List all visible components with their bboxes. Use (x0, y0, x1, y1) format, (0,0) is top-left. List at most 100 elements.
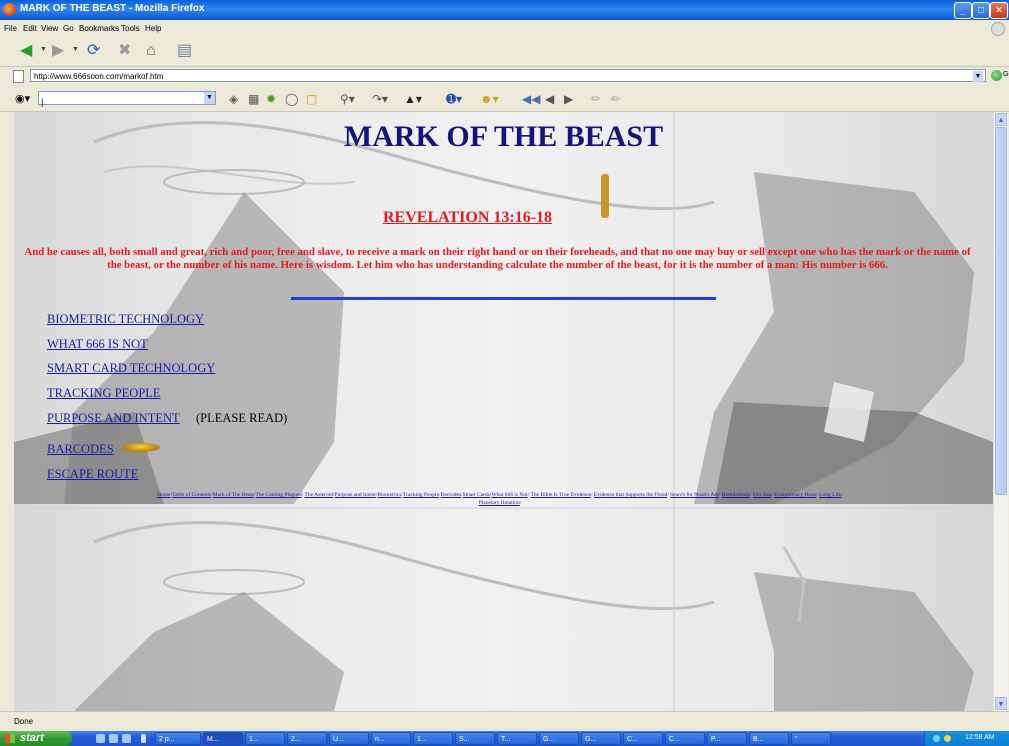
footer-link[interactable]: Our Sun (753, 492, 772, 498)
taskbar-button[interactable]: S... (455, 732, 495, 745)
menu-file[interactable]: File (4, 24, 17, 33)
network-icon[interactable] (933, 735, 940, 742)
link-tracking-people[interactable]: TRACKING PEOPLE (47, 386, 161, 401)
footer-link[interactable]: The Coming Plagues (256, 492, 302, 498)
menu-help[interactable]: Help (145, 24, 161, 33)
reload-icon[interactable]: ⟳ (87, 43, 100, 59)
menu-tools[interactable]: Tools (121, 24, 140, 33)
info-icon[interactable]: ➊▾ (446, 92, 462, 106)
quicklaunch-icon[interactable] (96, 734, 105, 743)
pencil-icon[interactable]: ✏ (611, 92, 621, 106)
highlight-icon[interactable]: ◈ (229, 92, 238, 106)
prev-icon[interactable]: ◀ (545, 92, 554, 106)
footer-link[interactable]: Table of Contents (172, 492, 211, 498)
pen-icon[interactable]: ✏ (591, 92, 601, 106)
message-icon[interactable]: ▢ (306, 92, 317, 106)
close-button[interactable]: × (990, 2, 1008, 19)
footer-link[interactable]: Evidence that Supports the Flood (594, 492, 667, 498)
link-what-666-is-not[interactable]: WHAT 666 IS NOT (47, 337, 148, 352)
footer-link[interactable]: Search for Noah's Ark (670, 492, 719, 498)
link-biometric-technology[interactable]: BIOMETRIC TECHNOLOGY (47, 312, 204, 327)
maximize-button[interactable]: □ (972, 2, 990, 19)
start-button[interactable]: start (0, 731, 72, 746)
taskbar-button[interactable]: C... (623, 732, 663, 745)
forward-dropdown-icon[interactable]: ▼ (72, 46, 79, 53)
taskbar-button[interactable]: U... (329, 732, 369, 745)
scroll-down-icon[interactable]: ▼ (995, 697, 1007, 710)
taskbar-button[interactable]: 2... (287, 732, 327, 745)
footer-link[interactable]: Evolutionary Hoax (774, 492, 816, 498)
quicklaunch-more-icon[interactable] (141, 734, 146, 743)
footer-link[interactable]: Long Life (819, 492, 841, 498)
chat-icon[interactable]: ◯ (285, 92, 298, 106)
link-purpose-and-intent[interactable]: PURPOSE AND INTENT (47, 411, 180, 426)
vertical-scrollbar[interactable]: ▲ ▼ (993, 112, 1008, 711)
url-dropdown-icon[interactable]: ▼ (973, 71, 983, 82)
footer-link[interactable]: Home (157, 492, 170, 498)
user-icon[interactable]: ☻▾ (480, 92, 499, 106)
popup-blocker-icon[interactable]: ▦ (248, 92, 259, 106)
link-barcodes[interactable]: BARCODES (47, 442, 114, 457)
menu-go[interactable]: Go (63, 24, 74, 33)
taskbar-button[interactable]: 1... (413, 732, 453, 745)
minimize-button[interactable]: _ (954, 2, 972, 19)
firefox-icon (3, 3, 16, 16)
footer-link[interactable]: Mark of The Beast (213, 492, 254, 498)
clock[interactable]: 12:58 AM (965, 734, 995, 741)
taskbar-button[interactable]: n... (371, 732, 411, 745)
history-icon[interactable]: ▤ (177, 43, 192, 59)
volume-icon[interactable] (944, 735, 951, 742)
link-smart-card-technology[interactable]: SMART CARD TECHNOLOGY (47, 361, 215, 376)
find-icon[interactable]: ⚲▾ (340, 92, 355, 106)
footer-link[interactable]: Planetary Rotation (479, 500, 520, 506)
footer-link[interactable]: Tracking People (403, 492, 439, 498)
footer-link[interactable]: Brendarthals (722, 492, 750, 498)
footer-link[interactable]: Barcodes (441, 492, 461, 498)
go-icon[interactable] (991, 70, 1002, 81)
taskbar-button[interactable]: 1... (245, 732, 285, 745)
menu-view[interactable]: View (41, 24, 58, 33)
title-bar[interactable]: MARK OF THE BEAST - Mozilla Firefox _ □ … (0, 0, 1009, 20)
stop-icon[interactable]: ✖ (118, 43, 131, 59)
back-dropdown-icon[interactable]: ▼ (40, 46, 47, 53)
status-bar: Done (0, 711, 1009, 732)
footer-link[interactable]: Smart Cards (463, 492, 490, 498)
settings-icon[interactable]: ✹ (266, 92, 276, 106)
footer-link[interactable]: Purpose and Intent (335, 492, 376, 498)
verse-reference-link[interactable]: REVELATION 13:16-18 (383, 209, 552, 227)
graduation-icon[interactable]: ▲▾ (404, 92, 422, 106)
url-text: http://www.666soon.com/markof.htm (34, 72, 164, 81)
taskbar-button[interactable]: G... (581, 732, 621, 745)
taskbar-button[interactable]: T... (497, 732, 537, 745)
link-escape-route[interactable]: ESCAPE ROUTE (47, 467, 138, 482)
taskbar-button[interactable]: " (791, 732, 831, 745)
menu-bar: File Edit View Go Bookmarks Tools Help (0, 20, 1009, 36)
search-dropdown-icon[interactable]: ▼ (204, 92, 215, 104)
footer-link[interactable]: Biometrics (377, 492, 401, 498)
footer-link[interactable]: What 666 is Not (491, 492, 527, 498)
search-engine-icon[interactable]: ◉▾ (15, 92, 30, 105)
search-input[interactable]: | (38, 91, 216, 107)
cursor-icon[interactable]: ↷▾ (372, 92, 388, 106)
taskbar-button[interactable]: B... (749, 732, 789, 745)
footer-link[interactable]: The Bible Is True Evidence (530, 492, 591, 498)
quicklaunch-icon[interactable] (109, 734, 118, 743)
taskbar-button[interactable]: C... (665, 732, 705, 745)
go-button[interactable]: Go (1003, 71, 1009, 78)
url-input[interactable]: http://www.666soon.com/markof.htm ▼ (30, 69, 986, 82)
menu-bookmarks[interactable]: Bookmarks (79, 24, 119, 33)
taskbar-button[interactable]: P... (707, 732, 747, 745)
taskbar-button[interactable]: G... (539, 732, 579, 745)
rewind-icon[interactable]: ◀◀ (522, 92, 540, 106)
taskbar-button[interactable]: M... (203, 732, 243, 745)
back-icon[interactable]: ◀ (20, 43, 32, 59)
home-icon[interactable]: ⌂ (146, 43, 156, 59)
next-icon[interactable]: ▶ (564, 92, 573, 106)
scroll-up-icon[interactable]: ▲ (995, 113, 1007, 126)
scrollbar-thumb[interactable] (995, 127, 1007, 495)
forward-icon[interactable]: ▶ (52, 43, 64, 59)
menu-edit[interactable]: Edit (23, 24, 37, 33)
quicklaunch-icon[interactable] (122, 734, 131, 743)
taskbar-button[interactable]: 2 p... (155, 732, 201, 745)
footer-link[interactable]: The Asteroid (304, 492, 333, 498)
